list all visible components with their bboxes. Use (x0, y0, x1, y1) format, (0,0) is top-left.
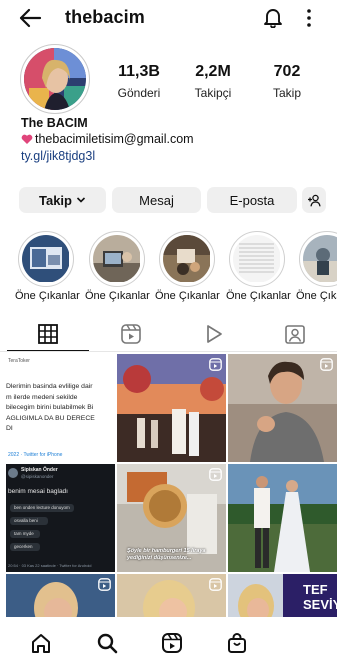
tweet-handle: @sipiskanonder (21, 474, 54, 479)
highlight-1[interactable] (18, 231, 74, 287)
search-icon[interactable] (96, 632, 118, 654)
post-burger-caption: Şöyle bir hamburgeri 15 liraya yediğiniz… (127, 548, 206, 561)
tab-reels-icon[interactable] (120, 323, 144, 345)
chevron-down-icon (76, 196, 86, 204)
suggested-users-button[interactable] (302, 187, 326, 213)
bio-email-line: thebacimiletisim@gmail.com (21, 132, 194, 146)
stat-posts-value: 11,3B (118, 63, 160, 80)
tweet-line: m ilerde medeni sekilde (6, 393, 78, 401)
post-man-talking[interactable] (228, 354, 337, 462)
chat-bubble: ben onden lecture donuyom (10, 504, 74, 512)
stat-followers[interactable]: 2,2M Takipçi (178, 63, 248, 100)
pink-heart-icon (21, 134, 33, 145)
chat-bubble: tam myde (10, 530, 40, 538)
reels-nav-icon[interactable] (161, 632, 183, 654)
tab-tagged-icon[interactable] (284, 323, 308, 345)
highlight-3-cover (163, 235, 211, 283)
highlight-4[interactable] (229, 231, 285, 287)
stat-following-label: Takip (272, 86, 301, 100)
tab-videos-play-icon[interactable] (203, 323, 227, 345)
highlight-3[interactable] (159, 231, 215, 287)
email-button[interactable]: E-posta (207, 187, 297, 213)
bio-link[interactable]: ty.gl/jik8tjdg3l (21, 149, 95, 163)
home-icon[interactable] (30, 632, 52, 654)
back-arrow-icon[interactable] (18, 7, 42, 29)
shop-bag-icon[interactable] (226, 632, 248, 654)
tabs-divider (0, 351, 337, 352)
more-options-icon[interactable] (302, 7, 316, 29)
post-tweet-text: Dlerimin basinda evlilige dair m ilerde … (6, 382, 115, 435)
tweet-chat-bubbles: ben onden lecture donuyom osvalla beni t… (10, 504, 74, 551)
profile-username: thebacim (65, 7, 145, 27)
post-wedding-sunset[interactable] (117, 354, 226, 462)
post-promo[interactable]: TEF SEVİY (228, 574, 337, 622)
follow-button-label: Takip (39, 192, 72, 208)
add-person-icon (307, 194, 321, 207)
reel-icon (320, 358, 333, 371)
top-bar (0, 0, 337, 36)
post-blonde-woman-1[interactable] (6, 574, 115, 622)
tweet-line: Dlerimin basinda evlilige dair (6, 383, 93, 390)
bio-email: thebacimiletisim@gmail.com (35, 132, 194, 146)
promo-line: TEF (303, 582, 328, 597)
highlight-2[interactable] (89, 231, 145, 287)
stat-posts-label: Gönderi (117, 86, 161, 100)
post-tweet-footer: 2022 · Twitter for iPhone (8, 452, 63, 458)
highlight-1-cover (22, 235, 70, 283)
stat-following-value: 702 (273, 63, 301, 80)
highlight-2-label: Öne Çıkanlar (85, 290, 150, 302)
highlight-5[interactable] (299, 231, 337, 287)
highlight-4-cover (233, 235, 281, 283)
highlight-2-cover (93, 235, 141, 283)
chat-bubble: gecerken (10, 543, 40, 551)
tweet-account: Sipiskan Önder (21, 467, 58, 473)
post-promo-text: TEF SEVİY (303, 582, 337, 612)
highlight-5-cover (303, 235, 337, 283)
tweet-line: DI (6, 425, 13, 432)
post-dark-tweet[interactable]: Sipiskan Önder @sipiskanonder benim mesa… (6, 464, 115, 572)
stat-followers-value: 2,2M (195, 63, 231, 80)
stat-followers-label: Takipçi (194, 86, 232, 100)
reel-icon (209, 578, 222, 591)
message-button[interactable]: Mesaj (112, 187, 201, 213)
post-tweet-screenshot[interactable]: TeraToker Dlerimin basinda evlilige dair… (6, 354, 115, 462)
post-blonde-woman-2[interactable] (117, 574, 226, 622)
highlight-5-label: Öne Çıka (296, 290, 337, 302)
tweet-footer: 20:54 · 03 Kas 22 saatinde · Twitter for… (8, 563, 92, 568)
reel-icon (209, 358, 222, 371)
post-wedding-couple[interactable] (228, 464, 337, 572)
stat-following[interactable]: 702 Takip (252, 63, 322, 100)
highlight-1-label: Öne Çıkanlar (15, 290, 80, 302)
stat-posts[interactable]: 11,3B Gönderi (104, 63, 174, 100)
chat-bubble: osvalla beni (10, 517, 48, 525)
tweet-line: AGLIGIMLA DA BU DERECE (6, 414, 95, 422)
notification-bell-icon[interactable] (262, 6, 284, 28)
tweet-line: bilecegim birini bulabilmek Bi (6, 404, 94, 411)
profile-display-name: The BACIM (21, 116, 88, 130)
follow-button[interactable]: Takip (19, 187, 106, 213)
reel-icon (98, 578, 111, 591)
tweet-headline: benim mesai bagladı (8, 488, 68, 495)
tweet-avatar (8, 468, 18, 478)
promo-line: SEVİY (303, 597, 337, 612)
profile-avatar[interactable] (20, 44, 90, 114)
highlight-3-label: Öne Çıkanlar (155, 290, 220, 302)
active-tab-indicator (7, 350, 89, 351)
post-tweet-source: TeraToker (8, 358, 30, 364)
avatar-image (24, 48, 86, 110)
reel-icon (209, 468, 222, 481)
tab-posts-grid-icon[interactable] (37, 323, 61, 345)
highlight-4-label: Öne Çıkanlar (226, 290, 291, 302)
post-burger[interactable]: Şöyle bir hamburgeri 15 liraya yediğiniz… (117, 464, 226, 572)
